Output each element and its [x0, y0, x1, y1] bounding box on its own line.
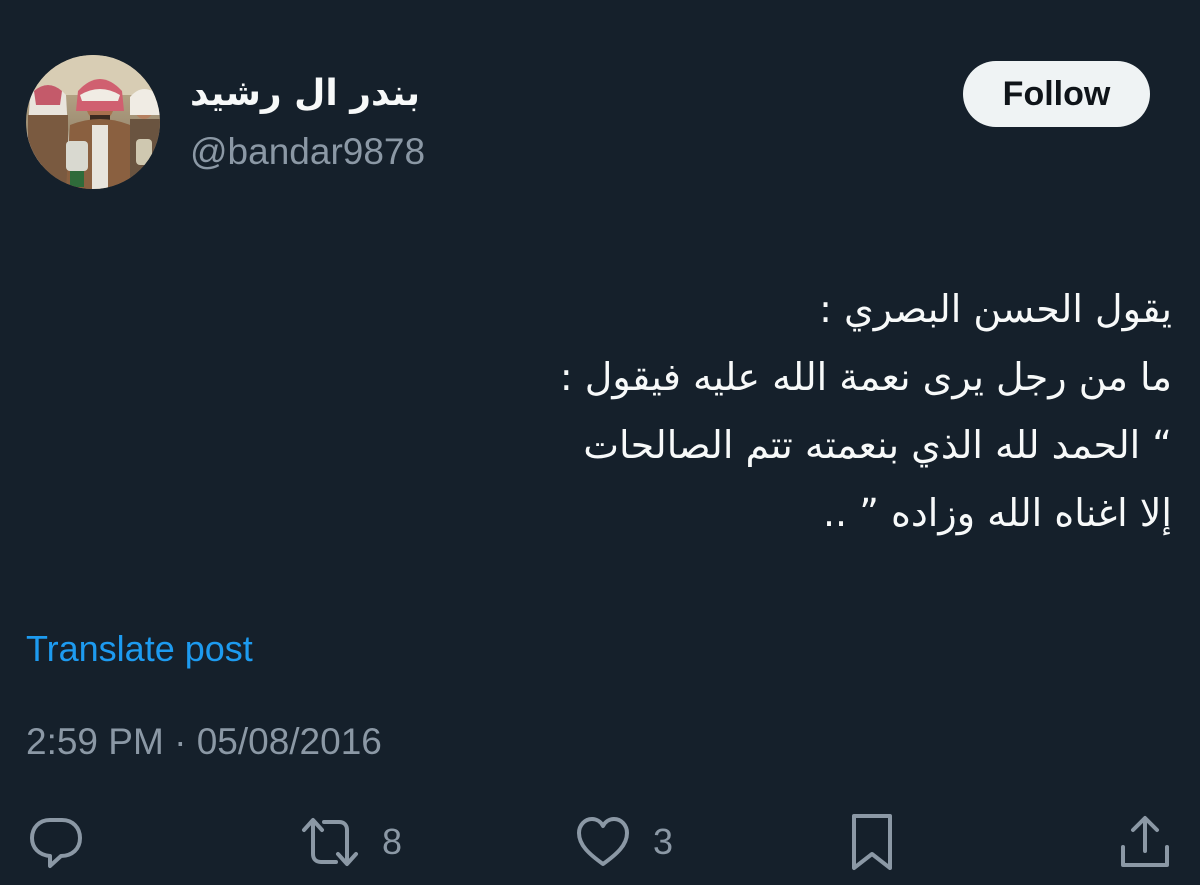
meta-separator: · [174, 721, 187, 762]
heart-icon [577, 817, 629, 866]
display-name[interactable]: بندر ال رشيد [190, 70, 420, 118]
repost-icon [302, 818, 358, 866]
reply-icon [30, 818, 82, 868]
follow-button[interactable]: Follow [963, 61, 1150, 127]
like-button[interactable]: 3 [575, 810, 673, 874]
post-timestamp[interactable]: 2:59 PM · 05/08/2016 [26, 718, 382, 766]
post-time: 2:59 PM [26, 721, 164, 762]
post-date: 05/08/2016 [196, 721, 382, 762]
action-bar: 8 3 [0, 810, 1200, 874]
reply-button[interactable] [28, 810, 84, 874]
post-line: إلا اغناه الله وزاده ” .. [822, 491, 1172, 535]
user-handle[interactable]: @bandar9878 [190, 128, 425, 176]
repost-count: 8 [382, 821, 403, 862]
profile-photo [26, 55, 160, 189]
bookmark-button[interactable] [848, 810, 896, 874]
post-line: “ الحمد لله الذي بنعمته تتم الصالحات [583, 423, 1172, 467]
share-icon [1121, 816, 1169, 867]
like-count: 3 [653, 821, 674, 862]
avatar[interactable] [26, 55, 160, 189]
bookmark-icon [852, 814, 892, 870]
translate-post-link[interactable]: Translate post [26, 625, 253, 673]
repost-button[interactable]: 8 [300, 810, 402, 874]
share-button[interactable] [1118, 810, 1172, 874]
post-text: يقول الحسن البصري : ما من رجل يرى نعمة ا… [72, 275, 1172, 547]
post-line: ما من رجل يرى نعمة الله عليه فيقول : [559, 355, 1172, 399]
post-line: يقول الحسن البصري : [819, 287, 1172, 331]
